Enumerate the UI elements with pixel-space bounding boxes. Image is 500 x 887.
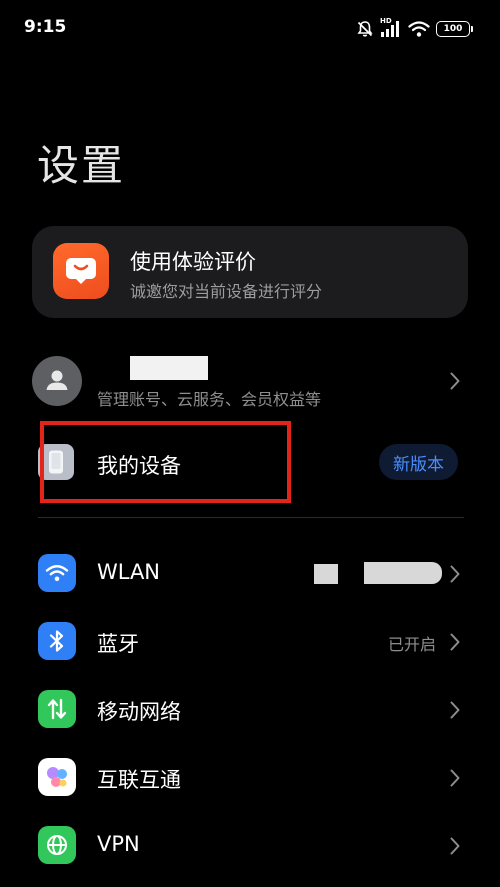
chevron-right-icon bbox=[450, 633, 460, 651]
feedback-title: 使用体验评价 bbox=[130, 250, 256, 274]
setting-row-bluetooth[interactable]: 蓝牙 已开启 bbox=[30, 610, 470, 674]
bluetooth-icon bbox=[38, 622, 76, 660]
page-title: 设置 bbox=[37, 141, 126, 190]
setting-label: VPN bbox=[97, 832, 140, 856]
interconnect-icon bbox=[38, 758, 76, 796]
chevron-right-icon bbox=[450, 372, 460, 390]
chevron-right-icon bbox=[450, 701, 460, 719]
chevron-right-icon bbox=[450, 837, 460, 855]
chevron-right-icon bbox=[450, 769, 460, 787]
setting-row-interconnect[interactable]: 互联互通 bbox=[30, 746, 470, 810]
feedback-card[interactable]: 使用体验评价 诚邀您对当前设备进行评分 bbox=[32, 226, 468, 318]
setting-row-wlan[interactable]: WLAN bbox=[30, 542, 470, 606]
hd-label: HD bbox=[380, 17, 392, 25]
status-bar: 9:15 HD 100 bbox=[0, 0, 500, 56]
setting-row-vpn[interactable]: VPN bbox=[30, 814, 470, 878]
setting-label: WLAN bbox=[97, 560, 161, 584]
battery-icon: 100 bbox=[436, 21, 473, 37]
red-highlight-box bbox=[40, 421, 291, 503]
status-icons: HD 100 bbox=[356, 17, 473, 40]
feedback-subtitle: 诚邀您对当前设备进行评分 bbox=[130, 282, 323, 301]
setting-label: 互联互通 bbox=[97, 768, 181, 792]
wifi-icon bbox=[38, 554, 76, 592]
wlan-name-redacted bbox=[314, 564, 338, 584]
user-avatar-icon bbox=[32, 356, 82, 406]
battery-level: 100 bbox=[443, 23, 463, 34]
setting-label: 蓝牙 bbox=[97, 632, 139, 656]
wifi-icon bbox=[408, 20, 430, 38]
mute-bell-icon bbox=[356, 20, 374, 38]
setting-value: 已开启 bbox=[387, 635, 436, 654]
status-time: 9:15 bbox=[24, 17, 67, 37]
feedback-chat-icon bbox=[53, 243, 109, 299]
globe-icon bbox=[38, 826, 76, 864]
setting-label: 移动网络 bbox=[97, 700, 181, 724]
chevron-right-icon bbox=[450, 565, 460, 583]
signal-icon: HD bbox=[380, 17, 402, 38]
mobile-data-icon bbox=[38, 690, 76, 728]
account-name-redacted bbox=[130, 356, 208, 380]
new-version-badge[interactable]: 新版本 bbox=[379, 444, 458, 480]
setting-row-mobile-network[interactable]: 移动网络 bbox=[30, 678, 470, 742]
wlan-name-redacted bbox=[364, 562, 442, 584]
divider bbox=[38, 517, 464, 518]
account-subtitle: 管理账号、云服务、会员权益等 bbox=[97, 390, 322, 409]
account-row[interactable]: 管理账号、云服务、会员权益等 bbox=[30, 352, 470, 418]
